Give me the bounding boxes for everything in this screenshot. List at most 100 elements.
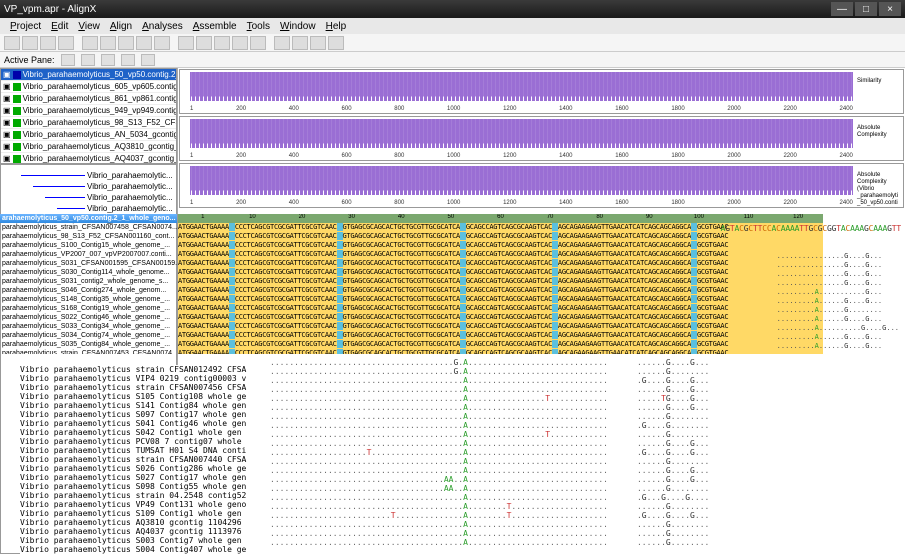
expand-icon[interactable]: ▣ [3,154,11,163]
seq-label[interactable]: parahaemolyticus_S148_Contig35_whole_gen… [0,295,177,304]
seq-label[interactable]: parahaemolyticus_strain_CFSAN007453_CFSA… [0,349,177,354]
expand-icon[interactable]: ▣ [3,106,11,115]
pane-icon[interactable] [101,54,115,66]
seq-label[interactable]: parahaemolyticus_S030_Contig114_whole_ge… [0,268,177,277]
right-dot-column: ................G....G..................… [777,252,899,351]
seq-label[interactable]: parahaemolyticus_S100_Contig15_whole_gen… [0,241,177,250]
toolbar-button[interactable] [178,36,194,50]
file-row[interactable]: ▣Vibrio_parahaemolyticus_AQ3810_gcontig_… [1,141,176,153]
toolbar-button[interactable] [310,36,326,50]
menu-align[interactable]: Align [106,21,136,32]
sequence-row[interactable]: ATGGAACTGAAAA CCCTCAGCGTCGCGATTCGCGTCAAC… [178,304,823,313]
profile-plot[interactable]: 1200400600800100012001400160018002000220… [179,69,904,114]
profile-plot[interactable]: 1200400600800100012001400160018002000220… [179,163,904,208]
tree-leaf[interactable]: Vibrio_parahaemolytic... [87,193,173,202]
file-row[interactable]: ▣Vibrio_parahaemolyticus_605_vp605.conti… [1,81,176,93]
pane-icon[interactable] [141,54,155,66]
dot-row: .........................T..............… [270,511,900,520]
sequence-row[interactable]: ATGGAACTGAAAA CCCTCAGCGTCGCGATTCGCGTCAAC… [178,268,823,277]
menu-edit[interactable]: Edit [47,21,72,32]
pane-icon[interactable] [121,54,135,66]
file-row[interactable]: ▣Vibrio_parahaemolyticus_50_vp50.contig.… [1,69,176,81]
tick-label: 1800 [671,200,684,206]
sequence-row[interactable]: ATGGAACTGAAAA CCCTCAGCGTCGCGATTCGCGTCAAC… [178,241,823,250]
tick-label: 200 [236,153,246,159]
toolbar-button[interactable] [4,36,20,50]
toolbar-button[interactable] [82,36,98,50]
seq-label[interactable]: parahaemolyticus_strain_CFSAN007458_CFSA… [0,223,177,232]
seq-label[interactable]: parahaemolyticus_98_S13_F52_CFSAN001160_… [0,232,177,241]
menu-view[interactable]: View [74,21,104,32]
toolbar-button[interactable] [292,36,308,50]
alignment-header[interactable]: arahaemolyticus_50_vp50.contig.2_1_whole… [0,214,177,223]
toolbar-button[interactable] [214,36,230,50]
toolbar-button[interactable] [58,36,74,50]
toolbar-button[interactable] [250,36,266,50]
sequence-row[interactable]: ATGGAACTGAAAA CCCTCAGCGTCGCGATTCGCGTCAAC… [178,313,823,322]
min-button[interactable]: — [831,2,853,16]
profile-plot[interactable]: 1200400600800100012001400160018002000220… [179,116,904,161]
seq-label[interactable]: parahaemolyticus_S034_Contig74_whole_gen… [0,331,177,340]
sequence-row[interactable]: ATGGAACTGAAAA CCCTCAGCGTCGCGATTCGCGTCAAC… [178,295,823,304]
seq-label[interactable]: parahaemolyticus_S035_Contig84_whole_gen… [0,340,177,349]
sequence-row[interactable]: ATGGAACTGAAAA CCCTCAGCGTCGCGATTCGCGTCAAC… [178,349,823,354]
sequence-row[interactable]: ATGGAACTGAAAA CCCTCAGCGTCGCGATTCGCGTCAAC… [178,259,823,268]
seq-label[interactable]: parahaemolyticus_VP2007_007_vpVP2007007.… [0,250,177,259]
strain-line: Vibrio parahaemolyticus S109 Contig1 who… [20,509,270,518]
sequence-row[interactable]: ATGGAACTGAAAA CCCTCAGCGTCGCGATTCGCGTCAAC… [178,340,823,349]
sequence-row[interactable]: ATGGAACTGAAAA CCCTCAGCGTCGCGATTCGCGTCAAC… [178,250,823,259]
seq-label[interactable]: parahaemolyticus_S033_Contig34_whole_gen… [0,322,177,331]
max-button[interactable]: □ [855,2,877,16]
expand-icon[interactable]: ▣ [3,82,11,91]
seq-label[interactable]: parahaemolyticus_S046_Contig274_whole_ge… [0,286,177,295]
file-row[interactable]: ▣Vibrio_parahaemolyticus_98_S13_F52_CFSA… [1,117,176,129]
sequence-row[interactable]: ATGGAACTGAAAA CCCTCAGCGTCGCGATTCGCGTCAAC… [178,322,823,331]
file-row[interactable]: ▣Vibrio_parahaemolyticus_AQ4037_gcontig_… [1,153,176,164]
toolbar-button[interactable] [274,36,290,50]
toolbar-button[interactable] [100,36,116,50]
menu-analyses[interactable]: Analyses [138,21,187,32]
expand-icon[interactable]: ▣ [3,94,11,103]
menu-assemble[interactable]: Assemble [189,21,241,32]
sequence-row[interactable]: ATGGAACTGAAAA CCCTCAGCGTCGCGATTCGCGTCAAC… [178,286,823,295]
file-row[interactable]: ▣Vibrio_parahaemolyticus_861_vp861.conti… [1,93,176,105]
strain-line: Vibrio parahaemolyticus AQ3810 gcontig 1… [20,518,270,527]
file-row[interactable]: ▣Vibrio_parahaemolyticus_949_vp949.conti… [1,105,176,117]
file-row[interactable]: ▣Vibrio_parahaemolyticus_AN_5034_gcontig… [1,129,176,141]
position-ruler: 1102030405060708090100110120 [178,214,823,223]
sequence-row[interactable]: ATGGAACTGAAAA CCCTCAGCGTCGCGATTCGCGTCAAC… [178,232,823,241]
expand-icon[interactable]: ▣ [3,142,11,151]
toolbar-button[interactable] [154,36,170,50]
dot-row: ........................................… [270,403,900,412]
menu-help[interactable]: Help [322,21,351,32]
menu-tools[interactable]: Tools [243,21,274,32]
toolbar-button[interactable] [232,36,248,50]
expand-icon[interactable]: ▣ [3,130,11,139]
close-button[interactable]: × [879,2,901,16]
pane-icon[interactable] [81,54,95,66]
expand-icon[interactable]: ▣ [3,70,11,79]
expand-icon[interactable]: ▣ [3,118,11,127]
tree-leaf[interactable]: Vibrio_parahaemolytic... [87,182,173,191]
toolbar-button[interactable] [22,36,38,50]
tick-label: 1 [190,200,193,206]
toolbar-button[interactable] [196,36,212,50]
toolbar-button[interactable] [136,36,152,50]
seq-label[interactable]: parahaemolyticus_S168_Contig19_whole_gen… [0,304,177,313]
strain-line: Vibrio parahaemolyticus S105 Contig108 w… [20,392,270,401]
toolbar-button[interactable] [118,36,134,50]
tree-leaf[interactable]: Vibrio_parahaemolytic... [87,204,173,213]
file-list[interactable]: ▣Vibrio_parahaemolyticus_50_vp50.contig.… [0,68,177,164]
tree-leaf[interactable]: Vibrio_parahaemolytic... [87,171,173,180]
seq-label[interactable]: parahaemolyticus_S031_CFSAN001595_CFSAN0… [0,259,177,268]
toolbar-button[interactable] [40,36,56,50]
pane-icon[interactable] [61,54,75,66]
sequence-row[interactable]: ATGGAACTGAAAA CCCTCAGCGTCGCGATTCGCGTCAAC… [178,331,823,340]
sequence-row[interactable]: ATGGAACTGAAAA CCCTCAGCGTCGCGATTCGCGTCAAC… [178,277,823,286]
toolbar-button[interactable] [328,36,344,50]
seq-label[interactable]: parahaemolyticus_S031_contig2_whole_geno… [0,277,177,286]
menu-window[interactable]: Window [276,21,320,32]
seq-label[interactable]: parahaemolyticus_S022_Contig46_whole_gen… [0,313,177,322]
strain-line: Vibrio parahaemolyticus S141 Contig84 wh… [20,401,270,410]
menu-project[interactable]: Project [6,21,45,32]
